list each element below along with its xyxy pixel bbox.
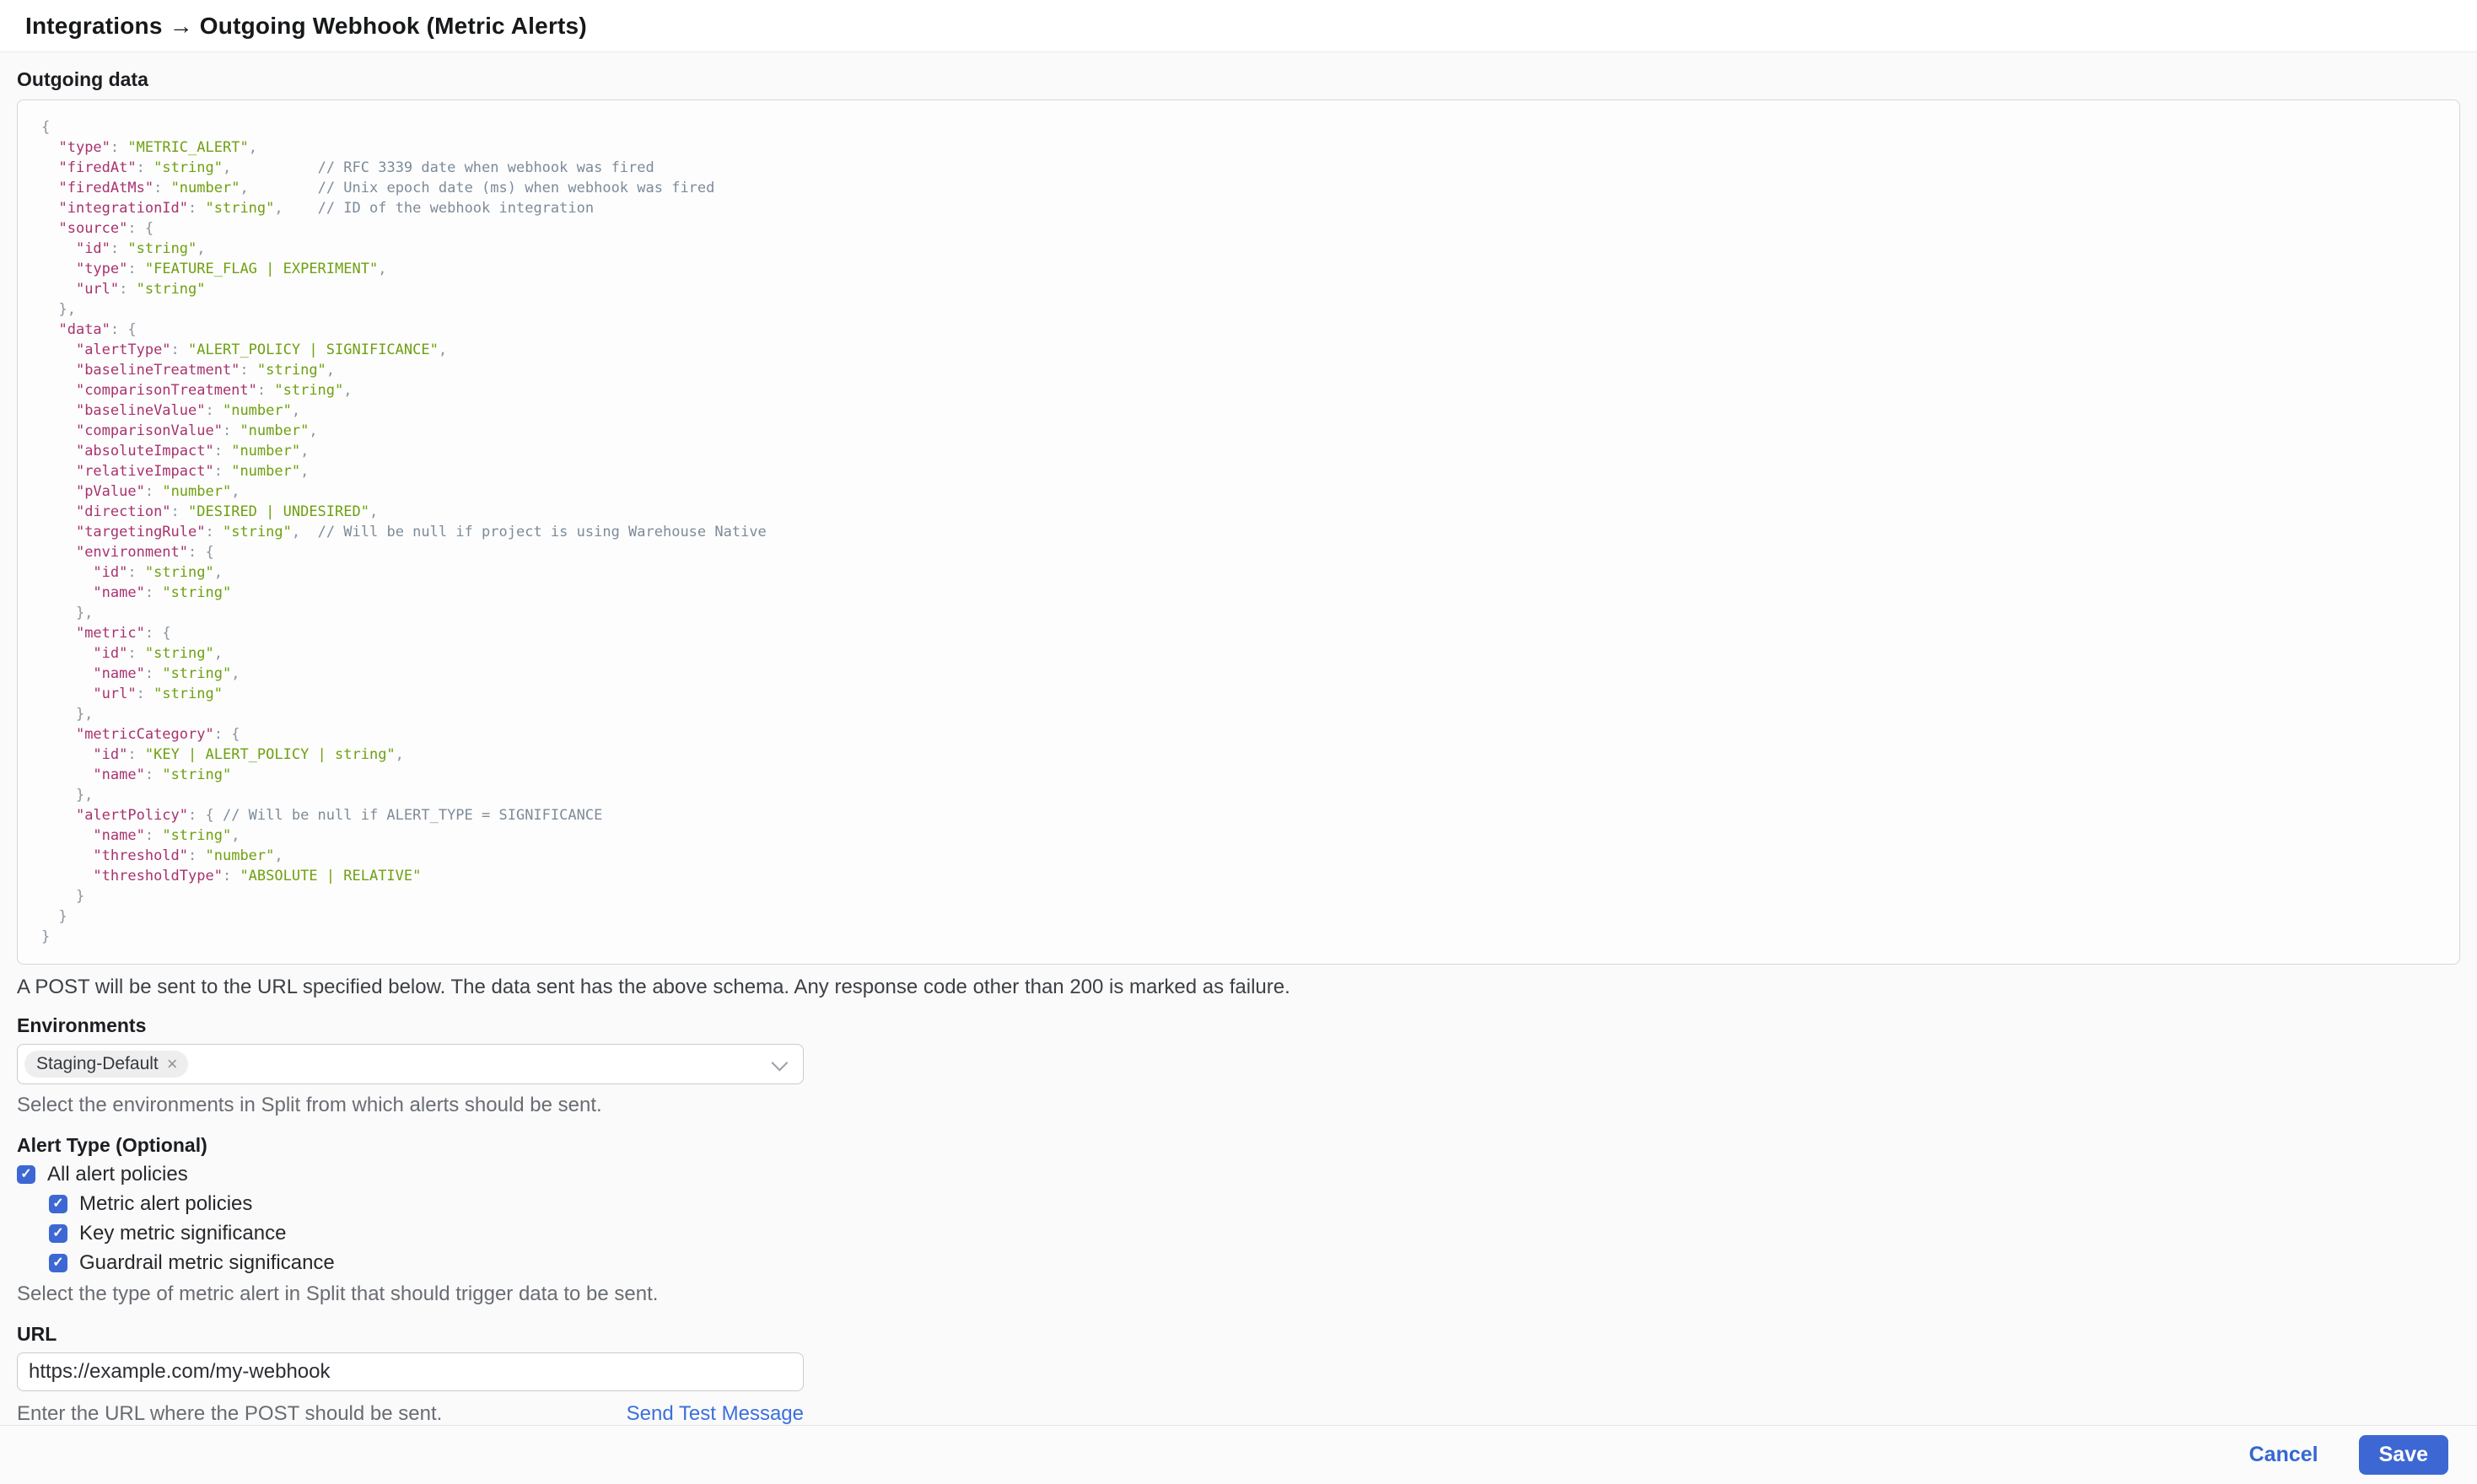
checkmark-icon: ✓ [52, 1256, 63, 1270]
post-description: A POST will be sent to the URL specified… [17, 975, 2460, 1000]
alert-type-help: Select the type of metric alert in Split… [17, 1282, 2460, 1307]
save-button[interactable]: Save [2359, 1435, 2448, 1475]
checkmark-icon: ✓ [52, 1197, 63, 1211]
url-help-row: Enter the URL where the POST should be s… [17, 1401, 804, 1425]
checkbox-label: All alert policies [47, 1163, 188, 1186]
checkbox-checked-icon[interactable]: ✓ [49, 1254, 67, 1272]
checkbox-label: Metric alert policies [79, 1192, 252, 1216]
page-header: Integrations → Outgoing Webhook (Metric … [0, 0, 2477, 52]
schema-code-block: { "type": "METRIC_ALERT", "firedAt": "st… [17, 99, 2460, 965]
schema-json-code: { "type": "METRIC_ALERT", "firedAt": "st… [41, 117, 2436, 947]
checkbox-label: Guardrail metric significance [79, 1251, 335, 1275]
breadcrumb-title: Integrations → Outgoing Webhook (Metric … [25, 13, 587, 40]
environments-help: Select the environments in Split from wh… [17, 1093, 2460, 1118]
cancel-button[interactable]: Cancel [2249, 1443, 2318, 1467]
environment-tag-label: Staging-Default [36, 1054, 159, 1074]
environments-select[interactable]: Staging-Default × [17, 1044, 804, 1084]
form-footer: Cancel Save [0, 1425, 2477, 1484]
checkbox-row-guardrail-metric-significance[interactable]: ✓ Guardrail metric significance [49, 1252, 2460, 1274]
checkbox-row-key-metric-significance[interactable]: ✓ Key metric significance [49, 1223, 2460, 1245]
chevron-down-icon [772, 1055, 789, 1072]
url-input[interactable] [17, 1352, 804, 1391]
checkmark-icon: ✓ [20, 1168, 31, 1181]
checkbox-checked-icon[interactable]: ✓ [49, 1224, 67, 1243]
checkbox-label: Key metric significance [79, 1222, 286, 1245]
url-label: URL [17, 1322, 2460, 1346]
environment-tag: Staging-Default × [24, 1051, 188, 1078]
checkbox-row-metric-alert-policies[interactable]: ✓ Metric alert policies [49, 1193, 2460, 1215]
checkbox-checked-icon[interactable]: ✓ [49, 1195, 67, 1213]
outgoing-data-label: Outgoing data [17, 67, 2460, 91]
checkbox-checked-icon[interactable]: ✓ [17, 1165, 35, 1184]
checkmark-icon: ✓ [52, 1227, 63, 1240]
environments-label: Environments [17, 1014, 2460, 1037]
remove-environment-icon[interactable]: × [165, 1055, 180, 1073]
alert-type-checkbox-group: ✓ All alert policies ✓ Metric alert poli… [17, 1164, 2460, 1274]
url-help: Enter the URL where the POST should be s… [17, 1401, 442, 1425]
alert-type-label: Alert Type (Optional) [17, 1133, 2460, 1157]
send-test-message-link[interactable]: Send Test Message [627, 1402, 804, 1425]
checkbox-row-all-alert-policies[interactable]: ✓ All alert policies [17, 1164, 2460, 1186]
page: Integrations → Outgoing Webhook (Metric … [0, 0, 2477, 1484]
webhook-settings-form: Outgoing data { "type": "METRIC_ALERT", … [0, 52, 2477, 1425]
